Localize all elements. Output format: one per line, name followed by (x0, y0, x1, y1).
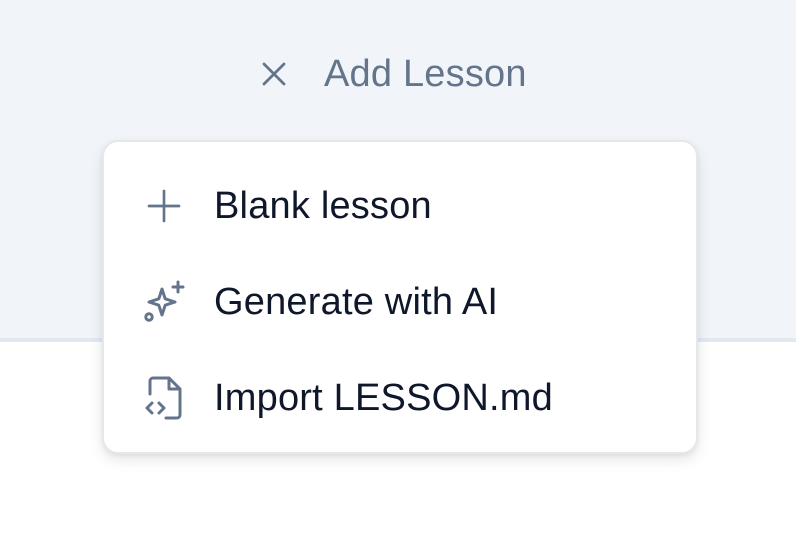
menu-item-label: Import LESSON.md (214, 376, 553, 419)
add-lesson-toggle-button[interactable]: Add Lesson (254, 44, 527, 104)
sparkles-icon (140, 278, 188, 326)
menu-item-generate-with-ai[interactable]: Generate with AI (104, 254, 696, 350)
menu-item-label: Generate with AI (214, 280, 499, 323)
menu-item-label: Blank lesson (214, 184, 432, 227)
menu-item-import-lesson-md[interactable]: Import LESSON.md (104, 350, 696, 446)
menu-item-blank-lesson[interactable]: Blank lesson (104, 158, 696, 254)
close-icon[interactable] (254, 54, 294, 94)
add-lesson-label: Add Lesson (324, 53, 527, 95)
file-code-icon (140, 374, 188, 422)
plus-icon (140, 182, 188, 230)
add-lesson-menu: Blank lesson Generate with AI Import LES… (102, 140, 698, 454)
